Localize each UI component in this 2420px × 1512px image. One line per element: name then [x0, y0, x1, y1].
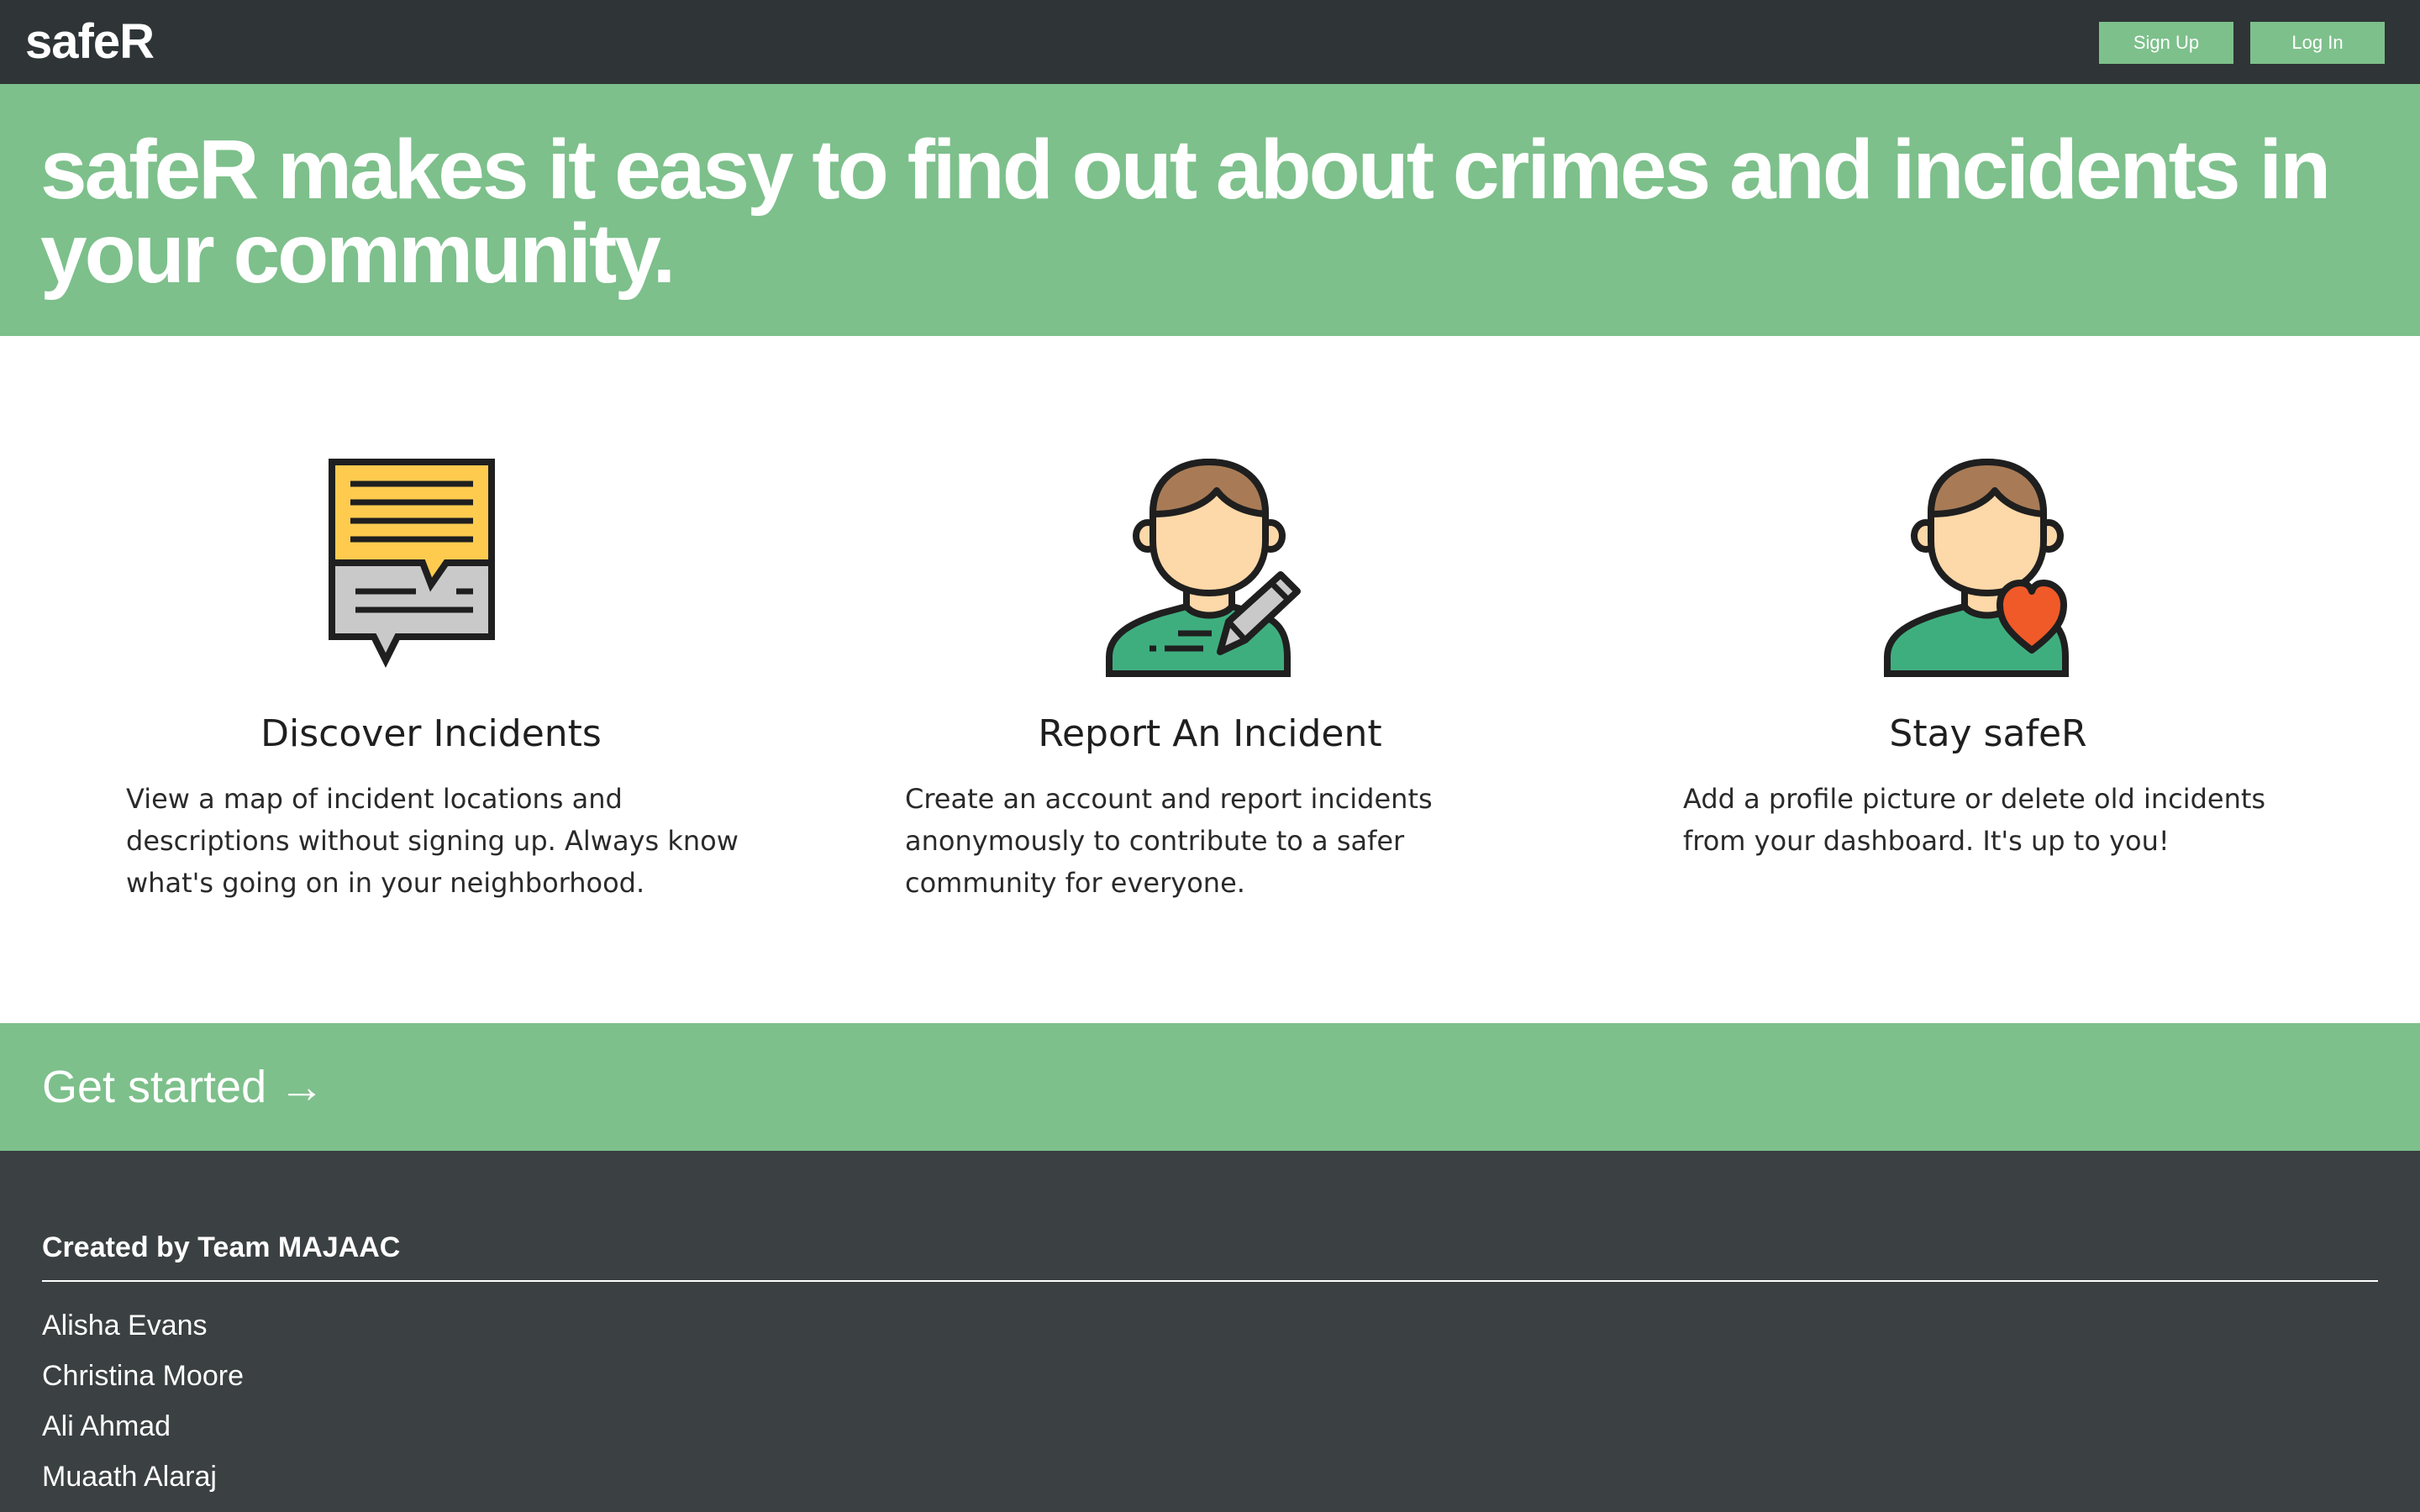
feature-description: View a map of incident locations and des…: [126, 783, 739, 899]
hero-banner: safeR makes it easy to find out about cr…: [0, 84, 2420, 336]
features-section: Discover Incidents View a map of inciden…: [0, 336, 2420, 1023]
feature-title: Report An Incident: [1038, 712, 1382, 755]
person-pencil-icon: [1101, 454, 1319, 680]
team-member: Christina Moore: [42, 1360, 244, 1392]
team-member: Muaath Alaraj: [42, 1461, 217, 1493]
person-heart-icon: [1879, 454, 2097, 680]
feature-stay-safer: Stay safeR Add a profile picture or dele…: [1652, 336, 2324, 1023]
feature-discover: Discover Incidents View a map of inciden…: [95, 336, 767, 1023]
team-member: Alisha Evans: [42, 1310, 208, 1341]
feature-description: Create an account and report incidents a…: [905, 783, 1433, 899]
get-started-link[interactable]: Get started →: [42, 1057, 324, 1117]
brand-logo[interactable]: safeR: [25, 15, 155, 69]
team-members-list: Alisha Evans Christina Moore Ali Ahmad M…: [42, 1300, 244, 1502]
get-started-section: Get started →: [0, 1023, 2420, 1151]
footer-heading: Created by Team MAJAAC: [42, 1228, 2378, 1282]
login-button[interactable]: Log In: [2250, 22, 2385, 64]
team-member: Ali Ahmad: [42, 1410, 171, 1442]
feature-description: Add a profile picture or delete old inci…: [1683, 783, 2266, 857]
footer: Created by Team MAJAAC Alisha Evans Chri…: [0, 1151, 2420, 1512]
hero-headline: safeR makes it easy to find out about cr…: [40, 123, 2331, 301]
feature-title: Discover Incidents: [260, 712, 602, 755]
feature-title: Stay safeR: [1889, 712, 2087, 755]
signup-button[interactable]: Sign Up: [2099, 22, 2233, 64]
top-navbar: safeR Sign Up Log In: [0, 0, 2420, 84]
speech-bubbles-icon: [322, 454, 540, 680]
feature-report: Report An Incident Create an account and…: [874, 336, 1546, 1023]
